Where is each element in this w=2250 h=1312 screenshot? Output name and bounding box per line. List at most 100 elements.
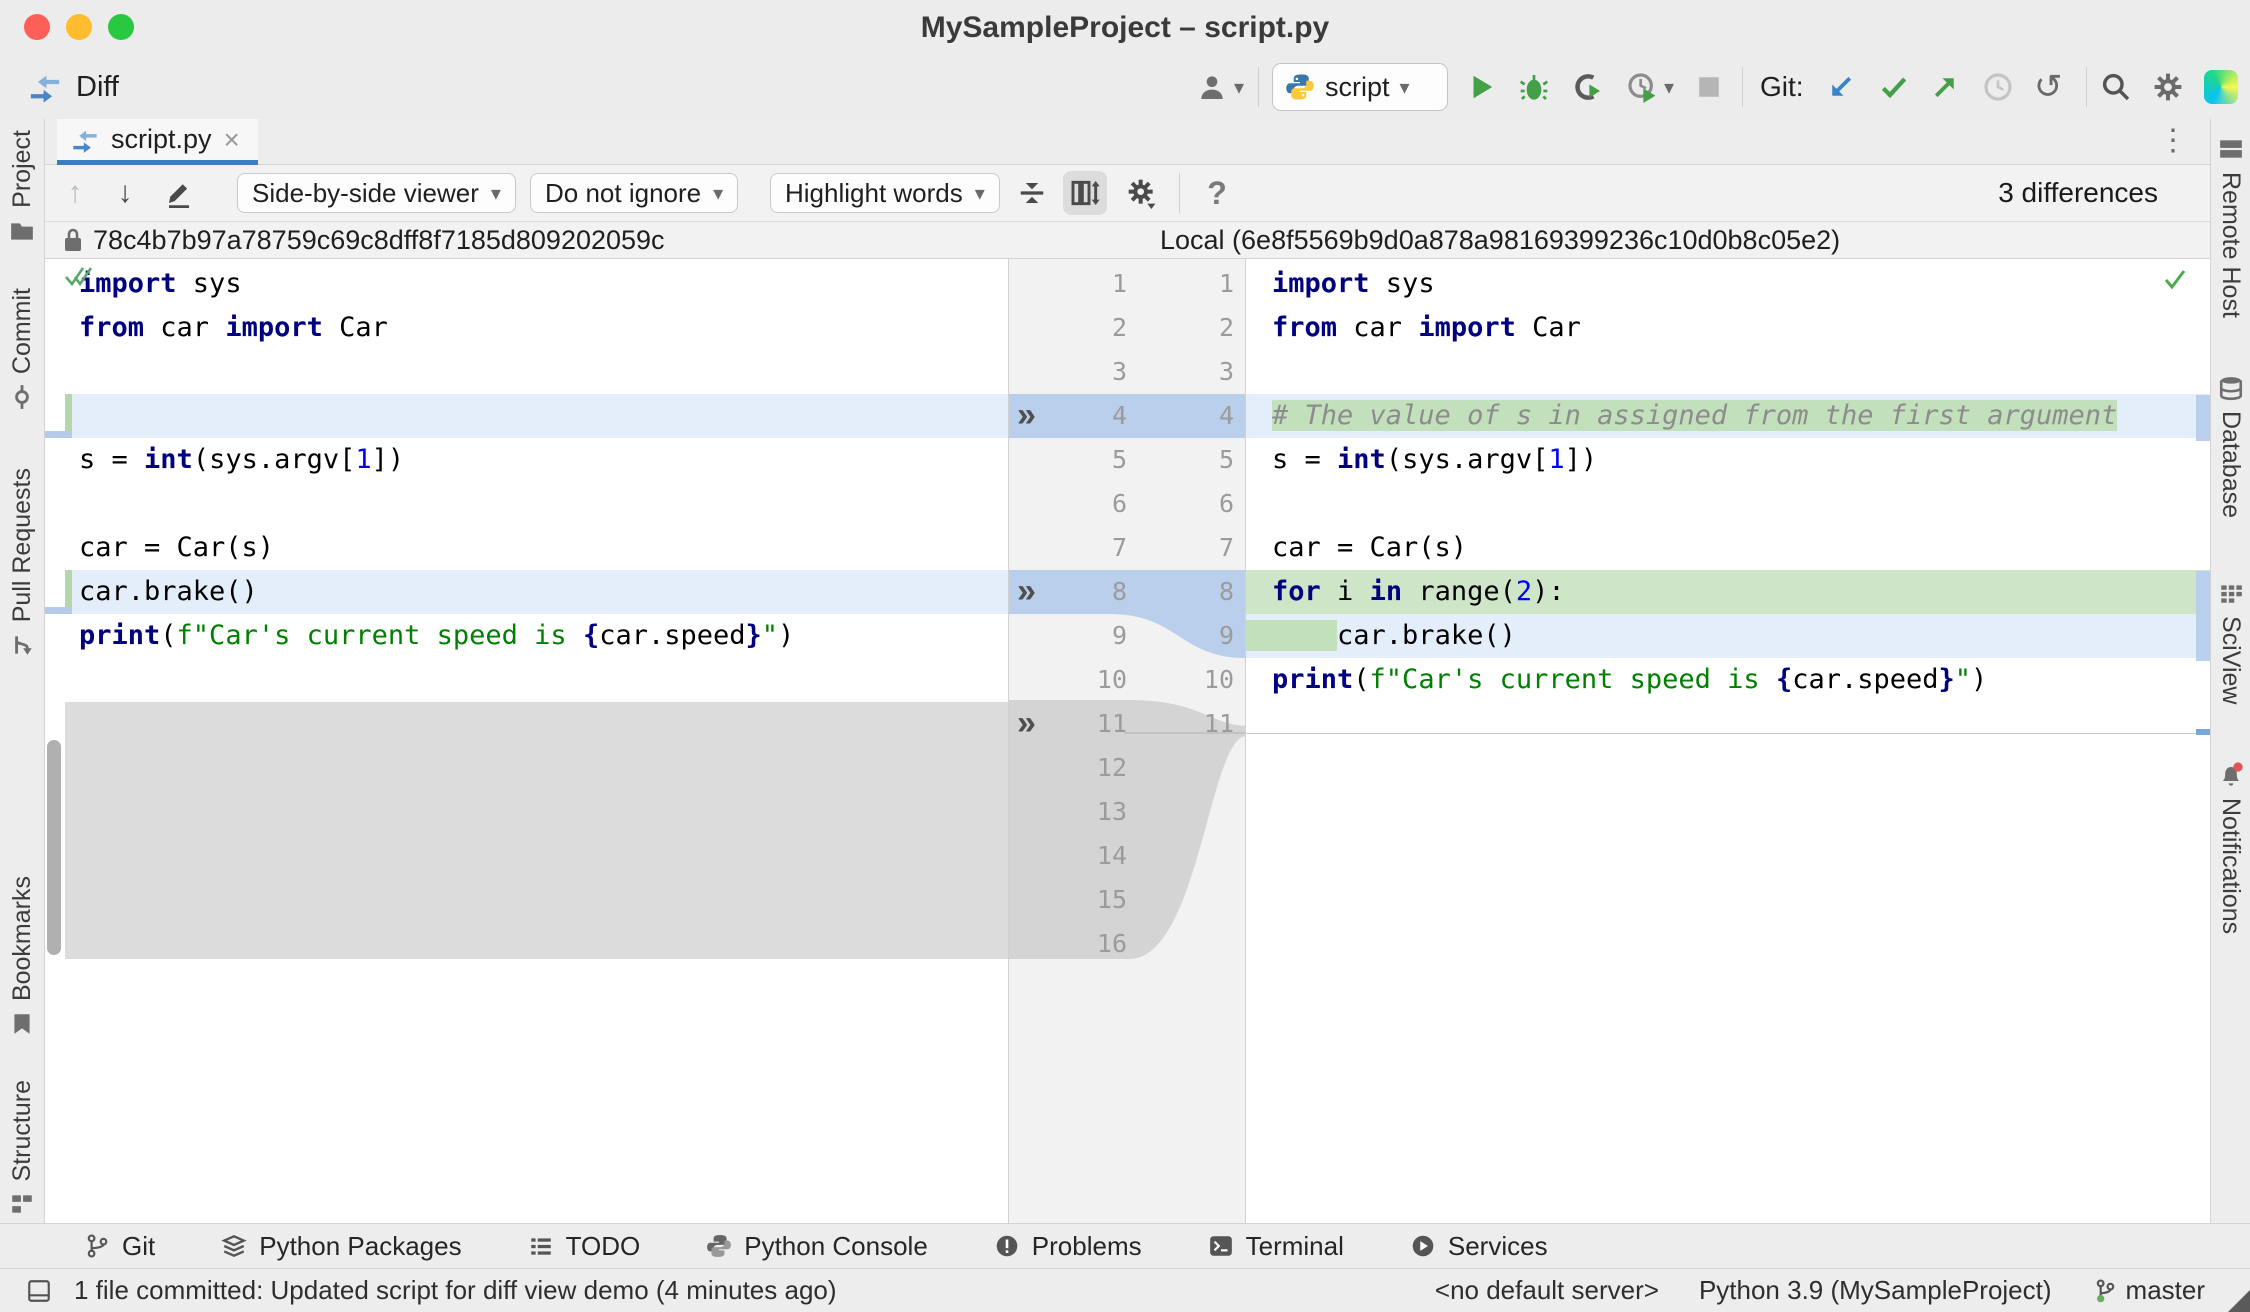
default-server-widget[interactable]: <no default server> — [1435, 1275, 1659, 1306]
sidebar-item-notifications[interactable]: Notifications — [2211, 760, 2250, 934]
right-code-line-8[interactable]: for i in range(2): — [1246, 570, 2210, 614]
tab-script-py[interactable]: script.py × — [57, 119, 258, 165]
expand-chevron-icon[interactable]: » — [1017, 394, 1057, 438]
right-code-line-7[interactable]: car = Car(s) — [1246, 526, 2210, 570]
change-marker — [2196, 571, 2210, 661]
right-line-number: 6 — [1218, 489, 1234, 518]
status-bar: 1 file committed: Updated script for dif… — [0, 1268, 2250, 1312]
folder-icon — [9, 218, 35, 244]
toolwindow-git[interactable]: Git — [84, 1231, 155, 1262]
right-line-number: 1 — [1218, 269, 1234, 298]
collapse-unchanged-button[interactable] — [1010, 165, 1054, 221]
left-line-number: 12 — [1096, 753, 1127, 782]
expand-chevron-icon[interactable]: » — [1017, 570, 1057, 614]
avatar-icon[interactable] — [1196, 55, 1228, 119]
left-code-line-9[interactable]: print(f"Car's current speed is {car.spee… — [65, 614, 1008, 658]
profiler-button[interactable] — [1626, 55, 1658, 119]
right-code-line-6[interactable] — [1246, 482, 2210, 526]
right-code-line-2[interactable]: from car import Car — [1246, 306, 2210, 350]
right-code-line-10[interactable]: print(f"Car's current speed is {car.spee… — [1246, 658, 2210, 702]
pycharm-window: MySampleProject – script.py Diff ▾ scrip… — [0, 0, 2250, 1312]
more-options-icon[interactable]: ⋮ — [2158, 123, 2188, 158]
toolwindow-python-packages[interactable]: Python Packages — [221, 1231, 462, 1262]
event-log-icon[interactable] — [26, 1278, 52, 1304]
left-code-line-10[interactable] — [65, 658, 1008, 702]
title-bar: MySampleProject – script.py — [0, 0, 2250, 55]
right-code-line-3[interactable] — [1246, 350, 2210, 394]
left-line-number: 13 — [1096, 797, 1127, 826]
next-change-button[interactable]: ↓ — [105, 165, 145, 221]
inspections-ok-icon — [63, 264, 93, 290]
run-button[interactable] — [1466, 55, 1496, 119]
toolwindow-problems[interactable]: Problems — [994, 1231, 1142, 1262]
right-editor[interactable]: import sys from car import Car # The value… — [1245, 259, 2210, 1223]
git-branch-widget[interactable]: master — [2092, 1275, 2205, 1306]
sidebar-item-pull-requests[interactable]: Pull Requests — [0, 468, 44, 658]
resize-grip[interactable] — [2228, 1290, 2250, 1312]
status-message[interactable]: 1 file committed: Updated script for dif… — [74, 1275, 837, 1306]
debug-button[interactable] — [1518, 55, 1550, 119]
sync-scrolling-toggle[interactable] — [1063, 171, 1107, 215]
git-push-button[interactable] — [1930, 55, 1960, 119]
right-code-line-1[interactable]: import sys — [1246, 262, 2210, 306]
left-code-line-6[interactable] — [65, 482, 1008, 526]
left-editor-scrollbar[interactable] — [45, 259, 72, 1223]
change-marker — [45, 431, 72, 438]
left-tool-stripe: Project Commit Pull Requests Bookmarks S… — [0, 119, 45, 1223]
scrollbar-thumb[interactable] — [47, 740, 61, 955]
left-editor[interactable]: import sys from car import Car s = int(sys… — [45, 259, 1008, 1223]
problems-icon — [994, 1233, 1020, 1259]
right-code-line-11[interactable] — [1246, 702, 2210, 746]
ignore-policy-select[interactable]: Do not ignore ▾ — [530, 173, 739, 213]
settings-gear-icon[interactable] — [2152, 55, 2184, 119]
left-line-number: 16 — [1096, 929, 1127, 958]
viewer-mode-select[interactable]: Side-by-side viewer ▾ — [237, 173, 516, 213]
right-code-line-4[interactable]: # The value of s in assigned from the fi… — [1246, 394, 2210, 438]
rollback-button[interactable]: ↺ — [2034, 55, 2063, 119]
right-code-line-9[interactable]: car.brake() — [1246, 614, 2210, 658]
git-update-button[interactable] — [1826, 55, 1856, 119]
right-code-line-5[interactable]: s = int(sys.argv[1]) — [1246, 438, 2210, 482]
expand-chevron-icon[interactable]: » — [1017, 702, 1057, 746]
sidebar-item-structure[interactable]: Structure — [0, 1080, 44, 1217]
left-code-line-4[interactable] — [65, 394, 1008, 438]
toolwindow-todo[interactable]: TODO — [528, 1231, 640, 1262]
coverage-button[interactable] — [1572, 55, 1604, 119]
run-config-caret-icon: ▾ — [1399, 76, 1410, 99]
right-line-number: 7 — [1218, 533, 1234, 562]
left-code-line-8[interactable]: car.brake() — [65, 570, 1008, 614]
sidebar-item-database[interactable]: Database — [2211, 375, 2250, 518]
layers-icon — [221, 1233, 247, 1259]
toolwindow-terminal[interactable]: Terminal — [1208, 1231, 1344, 1262]
sidebar-item-bookmarks[interactable]: Bookmarks — [0, 876, 44, 1037]
server-icon — [2218, 136, 2244, 162]
edit-pencil-icon[interactable] — [157, 165, 201, 221]
sidebar-item-remote-host[interactable]: Remote Host — [2211, 136, 2250, 318]
left-code-line-5[interactable]: s = int(sys.argv[1]) — [65, 438, 1008, 482]
run-configuration-select[interactable]: script ▾ — [1272, 63, 1448, 111]
help-button[interactable]: ? — [1197, 165, 1237, 221]
toolwindow-python-console[interactable]: Python Console — [706, 1231, 928, 1262]
left-code-line-1[interactable]: import sys — [65, 262, 1008, 306]
left-code-line-7[interactable]: car = Car(s) — [65, 526, 1008, 570]
left-line-number: 15 — [1096, 885, 1127, 914]
diff-settings-gear-icon[interactable] — [1119, 165, 1165, 221]
profiler-dropdown-caret-icon[interactable]: ▾ — [1664, 55, 1674, 119]
diff-editors: import sys from car import Car s = int(sys… — [45, 259, 2210, 1223]
left-code-line-3[interactable] — [65, 350, 1008, 394]
highlight-mode-select[interactable]: Highlight words ▾ — [770, 173, 1000, 213]
close-icon[interactable]: × — [224, 124, 240, 156]
change-marker — [2196, 395, 2210, 441]
interpreter-widget[interactable]: Python 3.9 (MySampleProject) — [1699, 1275, 2052, 1306]
git-commit-button[interactable] — [1878, 55, 1910, 119]
right-line-number: 5 — [1218, 445, 1234, 474]
sidebar-item-sciview[interactable]: SciView — [2211, 580, 2250, 704]
sidebar-item-project[interactable]: Project — [0, 130, 44, 244]
avatar-dropdown-caret-icon[interactable]: ▾ — [1234, 55, 1244, 119]
left-code-line-2[interactable]: from car import Car — [65, 306, 1008, 350]
toolwindow-services[interactable]: Services — [1410, 1231, 1548, 1262]
python-icon — [1285, 72, 1315, 102]
structure-icon — [9, 1191, 35, 1217]
sidebar-item-commit[interactable]: Commit — [0, 288, 44, 410]
search-everywhere-button[interactable] — [2100, 55, 2132, 119]
